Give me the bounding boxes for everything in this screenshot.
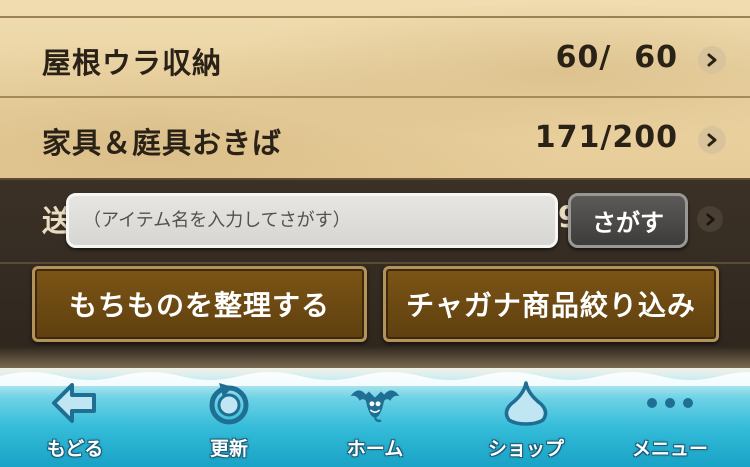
divider bbox=[0, 346, 750, 368]
chevron-right-icon[interactable] bbox=[697, 206, 723, 232]
organize-items-button[interactable]: もちものを整理する bbox=[32, 266, 367, 342]
storage-row-count: 60/ 60 bbox=[555, 40, 678, 75]
item-search-input[interactable] bbox=[66, 193, 558, 248]
filter-chaganna-items-button[interactable]: チャガナ商品絞り込み bbox=[383, 266, 719, 342]
chevron-right-icon[interactable] bbox=[698, 46, 726, 74]
dracky-home-icon bbox=[349, 378, 401, 428]
nav-refresh[interactable]: 更新 bbox=[169, 378, 289, 464]
nav-label: ホーム bbox=[346, 438, 404, 460]
storage-row-label: 屋根ウラ収納 bbox=[42, 46, 223, 80]
menu-dots-icon bbox=[644, 378, 696, 428]
nav-label: メニュー bbox=[631, 438, 708, 460]
nav-menu[interactable]: メニュー bbox=[610, 378, 730, 464]
storage-row-count: 171/200 bbox=[534, 120, 678, 155]
nav-back[interactable]: もどる bbox=[15, 378, 135, 464]
slime-shop-icon bbox=[500, 378, 552, 428]
nav-shop[interactable]: ショップ bbox=[466, 378, 586, 464]
refresh-icon bbox=[203, 378, 255, 428]
storage-row-furniture[interactable]: 家具＆庭具おきば 171/200 bbox=[0, 98, 750, 178]
nav-label: ショップ bbox=[487, 438, 564, 460]
nav-label: 更新 bbox=[209, 438, 248, 460]
nav-home[interactable]: ホーム bbox=[315, 378, 435, 464]
divider bbox=[0, 178, 750, 180]
storage-list: 屋根ウラ収納 60/ 60 家具＆庭具おきば 171/200 bbox=[0, 0, 750, 178]
search-button[interactable]: さがす bbox=[568, 193, 688, 248]
chevron-right-icon[interactable] bbox=[698, 126, 726, 154]
storage-row-label: 家具＆庭具おきば bbox=[42, 126, 283, 160]
bottom-nav-bar: もどる 更新 ホーム ショップ メニュー bbox=[0, 368, 750, 467]
back-arrow-icon bbox=[49, 378, 101, 428]
nav-label: もどる bbox=[46, 438, 104, 460]
divider bbox=[0, 262, 750, 264]
storage-row-attic[interactable]: 屋根ウラ収納 60/ 60 bbox=[0, 18, 750, 98]
